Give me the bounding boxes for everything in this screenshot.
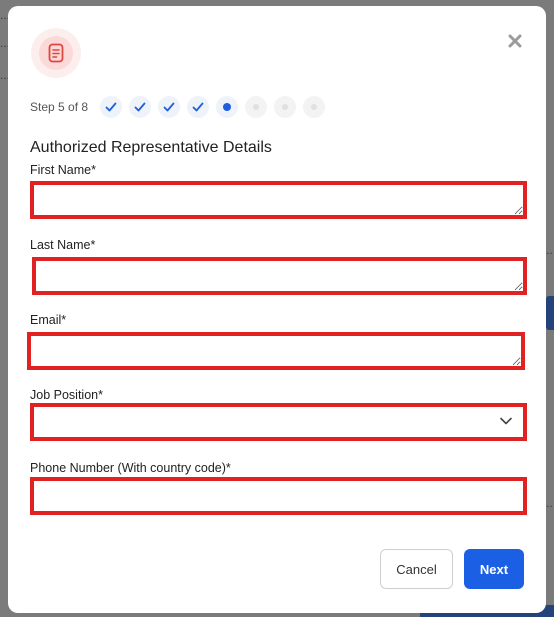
phone-field[interactable]: [34, 481, 523, 511]
background-text: ..: [546, 243, 553, 257]
close-icon: [508, 34, 522, 48]
phone-label: Phone Number (With country code)*: [30, 461, 231, 475]
section-title: Authorized Representative Details: [30, 139, 272, 156]
step-modal: Step 5 of 8 Authorized Representative De…: [8, 6, 546, 613]
email-label: Email*: [30, 313, 67, 327]
last-name-field-wrapper: [32, 257, 527, 295]
form-badge: [31, 28, 81, 78]
close-button[interactable]: [504, 30, 526, 52]
first-name-label: First Name*: [30, 163, 96, 177]
last-name-field[interactable]: [36, 261, 523, 291]
step-4-complete-icon: [187, 96, 210, 118]
step-1-complete-icon: [100, 96, 123, 118]
step-2-complete-icon: [129, 96, 152, 118]
job-position-label: Job Position*: [30, 388, 103, 402]
chevron-down-icon: [500, 417, 512, 425]
step-8-pending-icon: [303, 96, 326, 118]
step-6-pending-icon: [245, 96, 268, 118]
cancel-button[interactable]: Cancel: [380, 549, 453, 589]
document-icon: [39, 36, 73, 70]
last-name-label: Last Name*: [30, 238, 96, 252]
step-3-complete-icon: [158, 96, 181, 118]
next-button[interactable]: Next: [464, 549, 524, 589]
step-5-current-icon: [216, 96, 239, 118]
phone-field-wrapper: [30, 477, 527, 515]
step-7-pending-icon: [274, 96, 297, 118]
email-field[interactable]: [31, 336, 521, 366]
step-progress: Step 5 of 8: [30, 96, 332, 118]
background-text: ..: [546, 496, 553, 510]
first-name-field-wrapper: [30, 181, 527, 219]
background-button: [546, 296, 554, 330]
first-name-field[interactable]: [34, 185, 523, 215]
step-counter: Step 5 of 8: [30, 100, 89, 114]
job-position-select[interactable]: [30, 403, 527, 441]
email-field-wrapper: [27, 332, 525, 370]
